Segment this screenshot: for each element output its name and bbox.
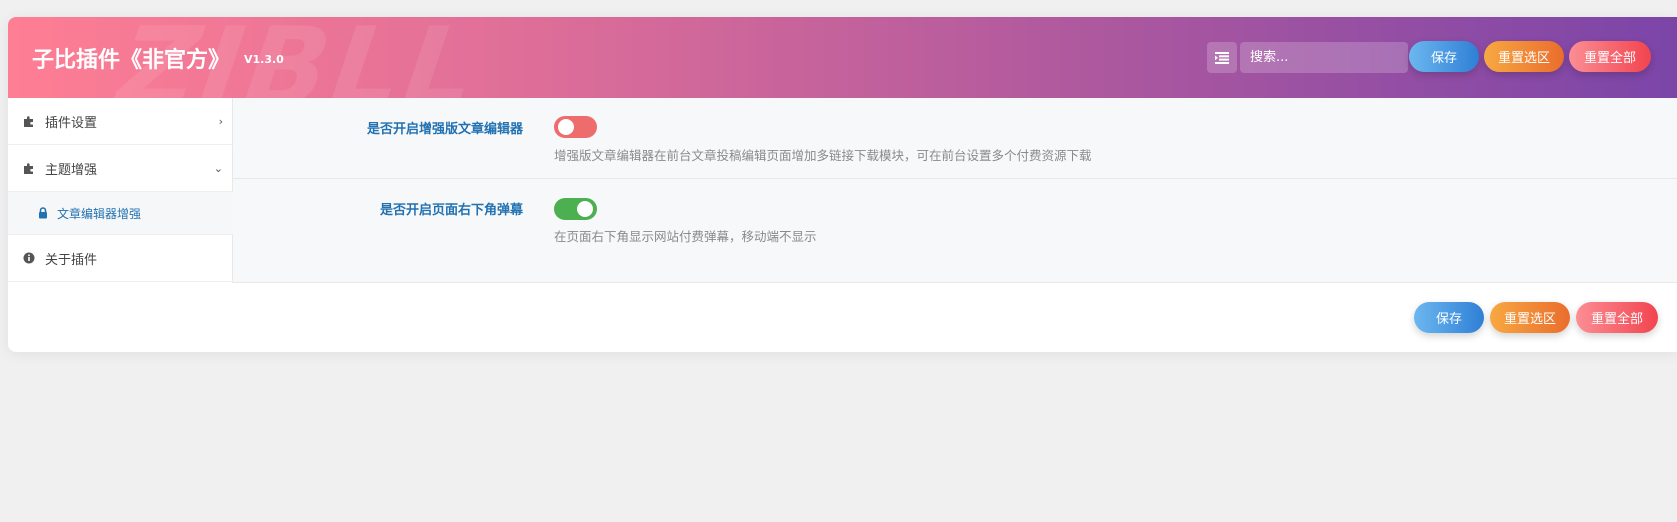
puzzle-icon xyxy=(23,115,35,127)
version-badge: V1.3.0 xyxy=(244,53,284,66)
setting-description: 增强版文章编辑器在前台文章投稿编辑页面增加多链接下载模块，可在前台设置多个付费资… xyxy=(554,148,1092,163)
footer-reset-section-button[interactable]: 重置选区 xyxy=(1490,302,1570,333)
footer-reset-all-button[interactable]: 重置全部 xyxy=(1576,302,1658,333)
info-icon xyxy=(23,252,35,264)
setting-row: 是否开启增强版文章编辑器 增强版文章编辑器在前台文章投稿编辑页面增加多链接下载模… xyxy=(233,98,1677,179)
sidebar-subitem-editor-enhance[interactable]: 文章编辑器增强 xyxy=(8,192,233,235)
setting-label: 是否开启增强版文章编辑器 xyxy=(366,122,523,137)
page-title: 子比插件《非官方》 xyxy=(32,48,231,73)
setting-label: 是否开启页面右下角弹幕 xyxy=(379,203,523,218)
chevron-down-icon: ⌄ xyxy=(213,161,223,175)
header-bar: ZIBLL 子比插件《非官方》 V1.3.0 保存 重置选区 重置全部 xyxy=(8,17,1677,130)
footer-save-button[interactable]: 保存 xyxy=(1414,302,1484,333)
search-input[interactable] xyxy=(1240,42,1408,73)
settings-content: 是否开启增强版文章编辑器 增强版文章编辑器在前台文章投稿编辑页面增加多链接下载模… xyxy=(233,98,1677,283)
toggle-knob xyxy=(558,119,574,135)
sidebar-item-label: 插件设置 xyxy=(45,115,98,131)
sidebar-item-label: 文章编辑器增强 xyxy=(57,206,142,221)
setting-description: 在页面右下角显示网站付费弹幕，移动端不显示 xyxy=(554,229,817,244)
editor-enhance-toggle[interactable] xyxy=(554,116,597,138)
sidebar-item-theme-enhance[interactable]: 主题增强 ⌄ xyxy=(8,145,233,192)
toggle-knob xyxy=(577,201,593,217)
settings-panel: ZIBLL 子比插件《非官方》 V1.3.0 保存 重置选区 重置全部 插件设置 xyxy=(8,17,1677,352)
sidebar-item-plugin-settings[interactable]: 插件设置 › xyxy=(8,98,233,145)
setting-row: 是否开启页面右下角弹幕 在页面右下角显示网站付费弹幕，移动端不显示 xyxy=(233,179,1677,283)
list-icon[interactable] xyxy=(1207,42,1237,73)
sidebar-item-label: 主题增强 xyxy=(45,162,98,178)
header-reset-section-button[interactable]: 重置选区 xyxy=(1484,41,1564,72)
sidebar: 插件设置 › 主题增强 ⌄ 文章编辑器增强 关于插件 xyxy=(8,98,233,283)
sidebar-item-about[interactable]: 关于插件 xyxy=(8,235,233,282)
lock-icon xyxy=(37,207,49,219)
danmaku-toggle[interactable] xyxy=(554,198,597,220)
puzzle-icon xyxy=(23,162,35,174)
sidebar-item-label: 关于插件 xyxy=(45,252,98,268)
header-save-button[interactable]: 保存 xyxy=(1409,41,1479,72)
chevron-right-icon: › xyxy=(218,114,223,128)
header-reset-all-button[interactable]: 重置全部 xyxy=(1569,41,1651,72)
